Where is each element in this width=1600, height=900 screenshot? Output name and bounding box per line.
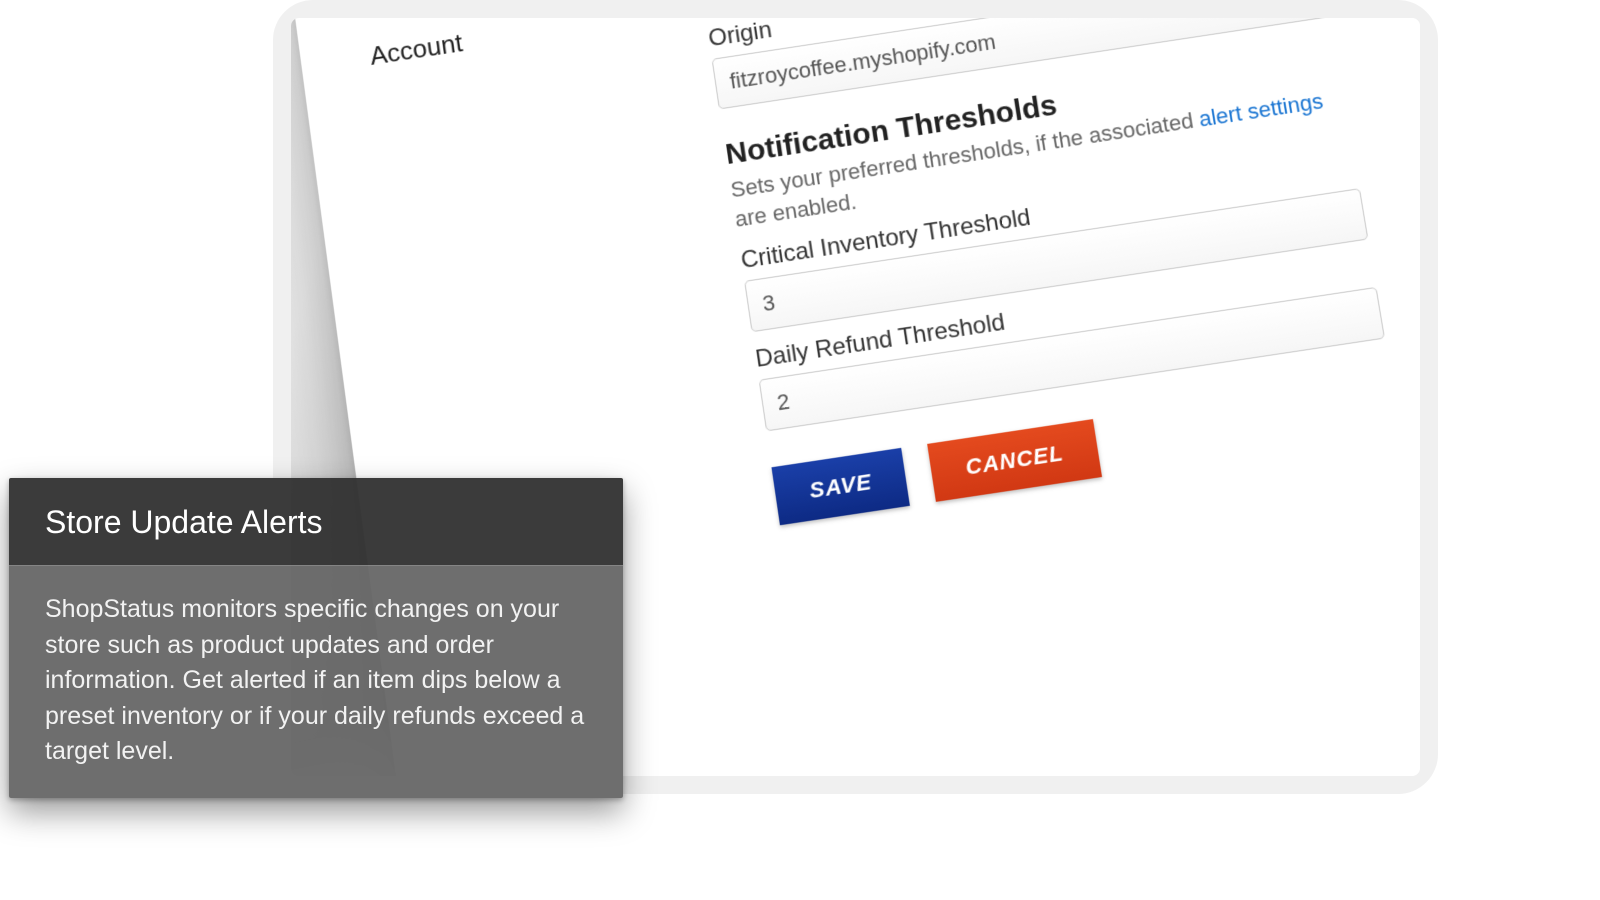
cancel-button[interactable]: CANCEL (927, 419, 1102, 502)
info-overlay-title: Store Update Alerts (9, 478, 623, 566)
settings-form: Origin Notification Thresholds Sets your… (697, 18, 1400, 526)
info-overlay: Store Update Alerts ShopStatus monitors … (9, 478, 623, 798)
info-overlay-body: ShopStatus monitors specific changes on … (9, 566, 623, 798)
save-button[interactable]: SAVE (772, 448, 911, 525)
sidebar-item-account[interactable]: Account (368, 18, 549, 72)
